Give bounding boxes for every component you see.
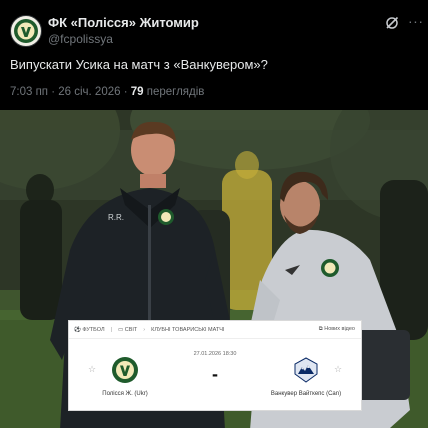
polissya-crest-icon[interactable]: [10, 15, 42, 47]
breadcrumb-region-label: СВІТ: [124, 326, 138, 333]
views-label: переглядів: [143, 86, 205, 98]
breadcrumb-competition[interactable]: КЛУБНІ ТОВАРИСЬКІ МАТЧІ: [151, 327, 224, 333]
soccer-ball-icon: ⚽: [74, 326, 81, 333]
match-card[interactable]: ⚽ ФУТБОЛ | ▭ СВІТ › КЛУБНІ ТОВАРИСЬКІ МА…: [68, 320, 362, 411]
author-handle[interactable]: @fcpolissya: [48, 32, 113, 46]
tweet-meta: 7:03 пп · 26 січ. 2026 · 79 переглядів: [10, 86, 204, 98]
jacket-initials: R.R.: [108, 213, 124, 222]
breadcrumb-region[interactable]: ▭ СВІТ: [118, 327, 137, 333]
match-breadcrumb: ⚽ ФУТБОЛ | ▭ СВІТ › КЛУБНІ ТОВАРИСЬКІ МА…: [69, 321, 361, 339]
favorites-link[interactable]: ⧉ Нових відео: [319, 326, 355, 333]
grok-icon[interactable]: [385, 16, 399, 30]
tweet-header: ФК «Полісся» Житомир @fcpolissya ··· Вип…: [0, 0, 428, 110]
breadcrumb-sport-label: ФУТБОЛ: [82, 326, 105, 333]
tweet-text: Випускати Усика на матч з «Ванкувером»?: [10, 57, 268, 72]
tweet-timestamp[interactable]: 7:03 пп · 26 січ. 2026 ·: [10, 86, 131, 98]
globe-icon: ▭: [118, 326, 124, 333]
breadcrumb-separator: ›: [143, 326, 146, 333]
home-team-name[interactable]: Полісся Ж. (Ukr): [95, 391, 155, 397]
author-name[interactable]: ФК «Полісся» Житомир: [48, 15, 199, 30]
breadcrumb-separator: |: [110, 326, 112, 333]
views-count: 79: [130, 86, 144, 98]
more-icon[interactable]: ···: [408, 14, 424, 28]
whitecaps-logo-icon[interactable]: [292, 356, 320, 384]
favorites-link-label: Нових відео: [324, 326, 355, 332]
breadcrumb-sport[interactable]: ⚽ ФУТБОЛ: [74, 327, 105, 333]
away-team-name[interactable]: Ванкувер Вайткепс (Can): [265, 391, 347, 397]
